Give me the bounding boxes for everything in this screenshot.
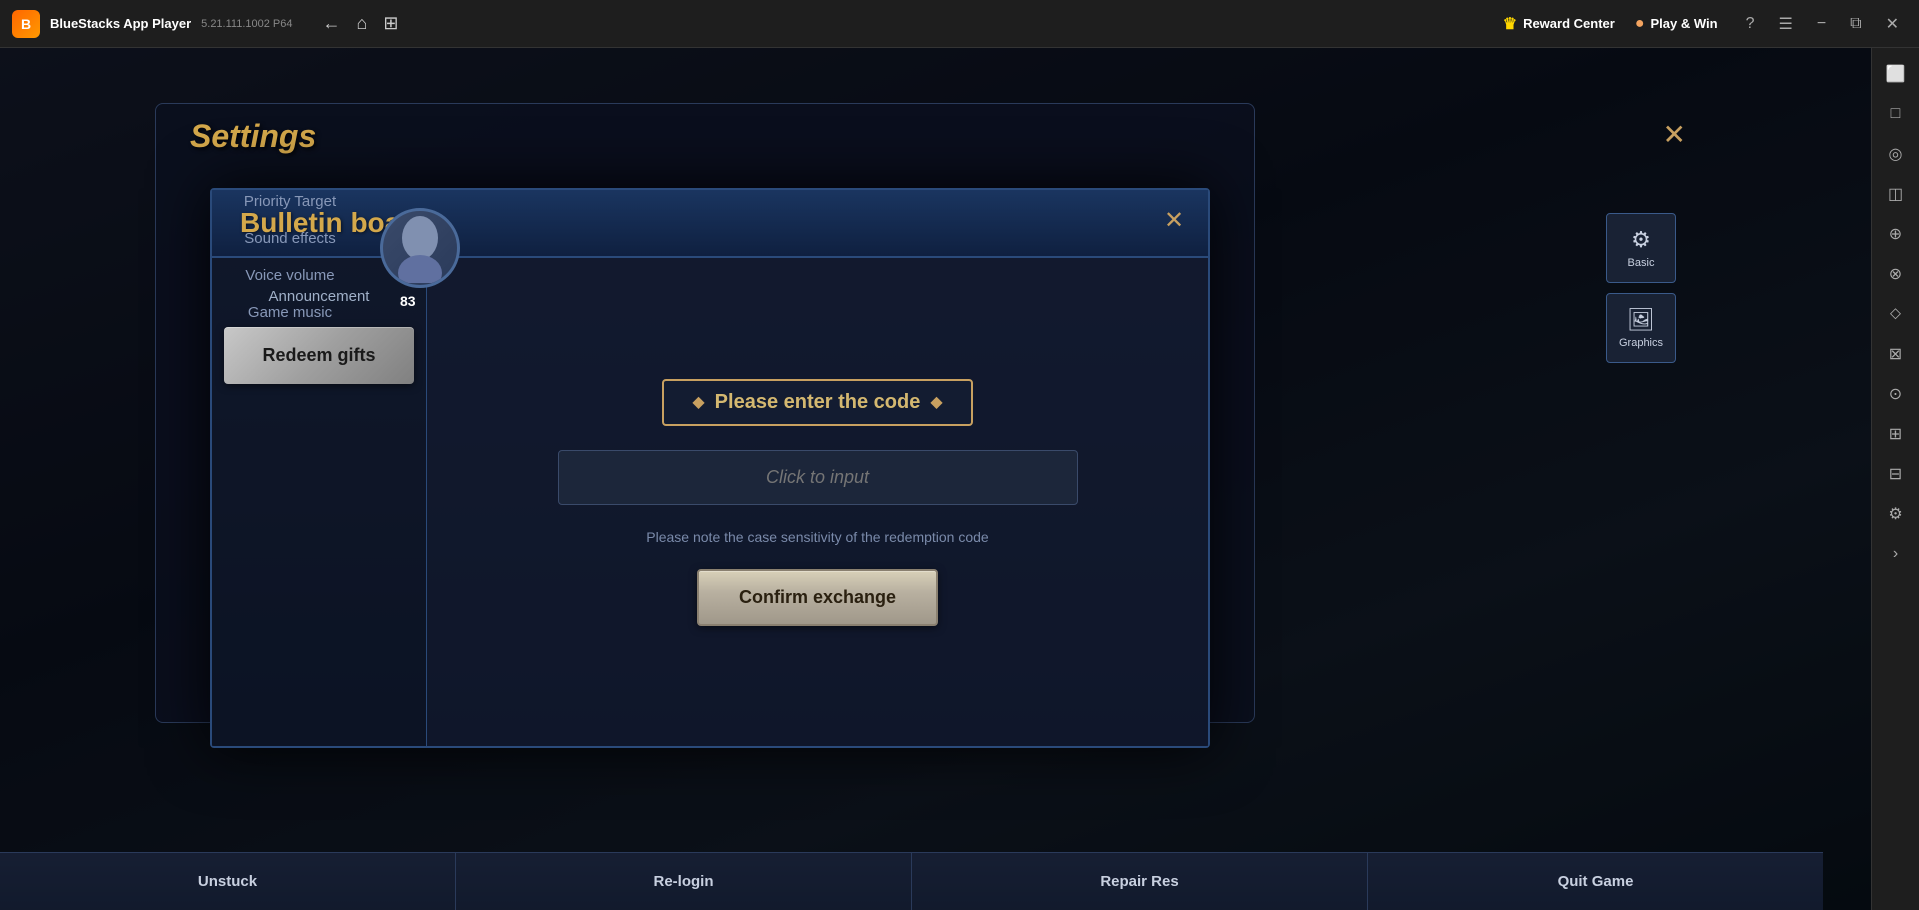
sidebar-icon-3[interactable]: ◎ (1878, 136, 1914, 172)
sidebar-icon-2[interactable]: □ (1878, 96, 1914, 132)
menu-item-priority[interactable]: Priority Target (210, 193, 370, 210)
titlebar: B BlueStacks App Player 5.21.111.1002 P6… (0, 0, 1919, 48)
help-button[interactable]: ? (1738, 11, 1763, 37)
back-button[interactable]: ← (322, 13, 340, 34)
graphics-label: Graphics (1619, 337, 1663, 349)
gear-icon: ⚙ (1631, 227, 1651, 253)
confirm-exchange-button[interactable]: Confirm exchange (697, 569, 938, 626)
titlebar-right: ♛ Reward Center ● Play & Win ? ☰ − ⧉ ✕ (1503, 10, 1907, 38)
sidebar-icon-settings[interactable]: ⚙ (1878, 496, 1914, 532)
menu-item-voice[interactable]: Voice volume (210, 267, 370, 284)
reward-center-button[interactable]: ♛ Reward Center (1503, 14, 1615, 34)
sidebar-icon-4[interactable]: ◫ (1878, 176, 1914, 212)
titlebar-left: B BlueStacks App Player 5.21.111.1002 P6… (12, 10, 398, 38)
bulletin-content: Please enter the code Please note the ca… (427, 258, 1208, 746)
settings-left-menu: Priority Target Sound effects Voice volu… (210, 193, 370, 321)
settings-right-panel: ⚙ Basic 🖼 Graphics (1606, 213, 1676, 363)
app-name: BlueStacks App Player (50, 16, 191, 31)
code-header-text: Please enter the code (715, 391, 921, 414)
character-portrait (380, 208, 460, 288)
menu-item-sound[interactable]: Sound effects (210, 230, 370, 247)
quit-game-button[interactable]: Quit Game (1368, 853, 1823, 910)
coin-icon: ● (1635, 15, 1645, 33)
crown-icon: ♛ (1503, 14, 1517, 34)
restore-button[interactable]: ⧉ (1842, 11, 1869, 37)
graphics-settings-button[interactable]: 🖼 Graphics (1606, 293, 1676, 363)
unstuck-button[interactable]: Unstuck (0, 853, 456, 910)
character-level: 83 (400, 293, 416, 309)
titlebar-nav: ← ⌂ ⊞ (322, 13, 398, 34)
bulletin-sidebar: Announcement Redeem gifts (212, 258, 427, 746)
close-button[interactable]: ✕ (1878, 10, 1907, 38)
character-avatar (390, 213, 450, 283)
home-button[interactable]: ⌂ (356, 13, 367, 34)
sidebar-icon-10[interactable]: ⊞ (1878, 416, 1914, 452)
code-input[interactable] (558, 450, 1078, 505)
settings-close-icon[interactable]: ✕ (1663, 118, 1686, 151)
play-win-label: Play & Win (1650, 16, 1717, 31)
app-version: 5.21.111.1002 P64 (201, 18, 292, 30)
minimize-button[interactable]: − (1809, 11, 1834, 37)
sidebar-icon-arrow[interactable]: › (1878, 536, 1914, 572)
game-area: Settings ✕ Priority Target Sound effects… (0, 48, 1871, 910)
bulletin-close-button[interactable]: ✕ (1156, 202, 1192, 238)
sidebar-icon-6[interactable]: ⊗ (1878, 256, 1914, 292)
sidebar-icon-8[interactable]: ⊠ (1878, 336, 1914, 372)
settings-title: Settings (190, 118, 316, 155)
right-sidebar: ⬜ □ ◎ ◫ ⊕ ⊗ ⬦ ⊠ ⊙ ⊞ ⊟ ⚙ › (1871, 48, 1919, 910)
repair-res-button[interactable]: Repair Res (912, 853, 1368, 910)
menu-button[interactable]: ☰ (1770, 10, 1800, 38)
tab-redeem-gifts[interactable]: Redeem gifts (224, 327, 414, 384)
relogin-button[interactable]: Re-login (456, 853, 912, 910)
window-controls: ? ☰ − ⧉ ✕ (1738, 10, 1907, 38)
graphics-icon: 🖼 (1627, 307, 1655, 333)
bluestacks-logo: B (12, 10, 40, 38)
code-header-badge: Please enter the code (662, 379, 972, 426)
basic-settings-button[interactable]: ⚙ Basic (1606, 213, 1676, 283)
recent-button[interactable]: ⊞ (383, 13, 398, 34)
basic-label: Basic (1628, 257, 1655, 269)
sidebar-icon-9[interactable]: ⊙ (1878, 376, 1914, 412)
sidebar-icon-1[interactable]: ⬜ (1878, 56, 1914, 92)
sidebar-icon-7[interactable]: ⬦ (1878, 296, 1914, 332)
confirm-exchange-label: Confirm exchange (739, 587, 896, 607)
play-win-button[interactable]: ● Play & Win (1635, 15, 1718, 33)
sidebar-icon-11[interactable]: ⊟ (1878, 456, 1914, 492)
code-input-container (558, 450, 1078, 505)
note-text: Please note the case sensitivity of the … (646, 529, 988, 545)
reward-center-label: Reward Center (1523, 16, 1615, 31)
sidebar-icon-5[interactable]: ⊕ (1878, 216, 1914, 252)
menu-item-music[interactable]: Game music (210, 304, 370, 321)
bottom-bar: Unstuck Re-login Repair Res Quit Game (0, 852, 1823, 910)
